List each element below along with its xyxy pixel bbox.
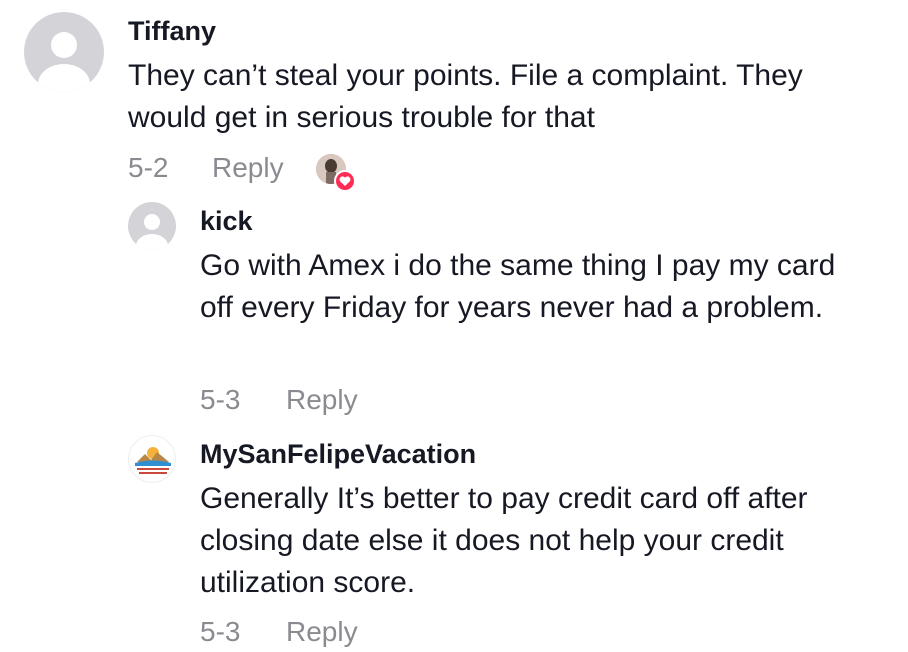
comment-meta: 5-2 Reply xyxy=(128,152,284,184)
comment-username[interactable]: kick xyxy=(200,206,253,237)
comment-date: 5-3 xyxy=(200,616,241,647)
creator-liked-heart-icon xyxy=(334,170,356,192)
comment-meta: 5-3 Reply xyxy=(200,616,358,648)
comment-username[interactable]: Tiffany xyxy=(128,16,216,47)
reply-button[interactable]: Reply xyxy=(286,384,358,416)
comment-text: Generally It’s better to pay credit card… xyxy=(200,482,808,599)
default-avatar-icon xyxy=(51,32,77,58)
avatar-kick[interactable] xyxy=(128,202,176,250)
comment-username[interactable]: MySanFelipeVacation xyxy=(200,439,476,470)
avatar-tiffany[interactable] xyxy=(24,12,104,92)
avatar-body-shape xyxy=(38,64,90,92)
comment-text: They can’t steal your points. File a com… xyxy=(128,59,803,134)
avatar-body-shape xyxy=(136,234,168,250)
reply-button[interactable]: Reply xyxy=(212,152,284,184)
san-felipe-logo-icon xyxy=(135,447,171,474)
reply-button[interactable]: Reply xyxy=(286,616,358,648)
comment-meta: 5-3 Reply xyxy=(200,384,358,416)
default-avatar-icon xyxy=(144,214,160,230)
comment-kick: kick Go with Amex i do the same thing I … xyxy=(0,190,908,430)
comment-mysanfelipevacation: MySanFelipeVacation Generally It’s bette… xyxy=(0,423,908,652)
avatar-mysanfelipevacation[interactable] xyxy=(128,435,176,483)
comment-date: 5-3 xyxy=(200,384,241,415)
comment-text: Go with Amex i do the same thing I pay m… xyxy=(200,249,836,324)
comment-date: 5-2 xyxy=(128,152,169,183)
comment-tiffany: Tiffany They can’t steal your points. Fi… xyxy=(0,0,908,192)
